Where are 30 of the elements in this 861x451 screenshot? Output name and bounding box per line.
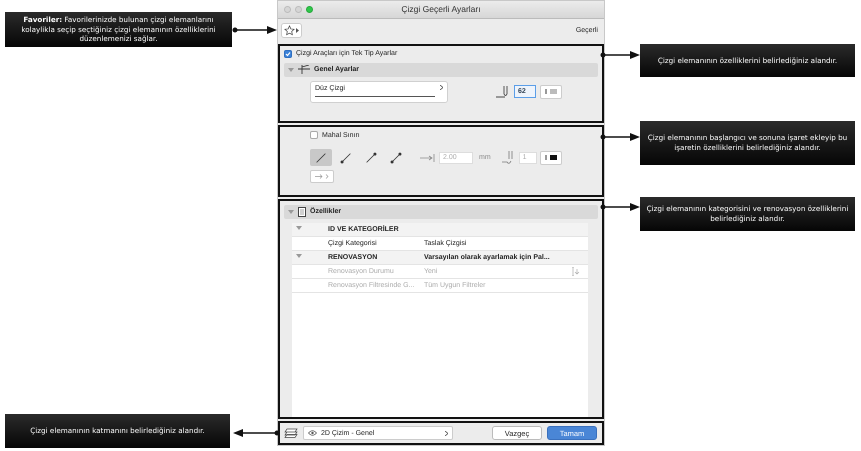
- line-end-icon: [314, 150, 328, 165]
- line-tool-icon: [298, 65, 310, 74]
- caret-icon: [296, 28, 299, 34]
- chevron-right-icon: [440, 84, 443, 90]
- eye-icon: [308, 430, 317, 436]
- line-end-icon: [364, 150, 378, 165]
- checkbox[interactable]: [284, 50, 292, 58]
- favorites-button[interactable]: [281, 23, 302, 38]
- layers-icon: [284, 428, 298, 438]
- callout-arrow: [232, 25, 277, 35]
- close-window-button[interactable]: [284, 6, 291, 13]
- pen-icon: [496, 86, 510, 98]
- line-end-icon: [339, 150, 353, 165]
- line-end-icon: [389, 150, 403, 165]
- expanded-triangle-icon[interactable]: [296, 253, 302, 260]
- pen-color-button[interactable]: [540, 84, 562, 99]
- window-title: Çizgi Geçerli Ayarları: [401, 4, 481, 14]
- expanded-triangle-icon[interactable]: [288, 208, 294, 215]
- minimize-window-button[interactable]: [295, 6, 302, 13]
- expanded-triangle-icon[interactable]: [296, 225, 302, 232]
- marker-size-icon: [420, 154, 436, 162]
- pen-color-button[interactable]: [540, 150, 562, 165]
- zoom-window-button[interactable]: [306, 6, 313, 13]
- document-icon: [298, 206, 306, 217]
- chevron-right-icon: [445, 430, 448, 436]
- checkbox[interactable]: [310, 131, 318, 140]
- pen-swatch-icon: [544, 155, 557, 160]
- expanded-triangle-icon[interactable]: [288, 66, 294, 73]
- pen-swatch-icon: [545, 89, 557, 94]
- arrow-icon: [315, 174, 329, 180]
